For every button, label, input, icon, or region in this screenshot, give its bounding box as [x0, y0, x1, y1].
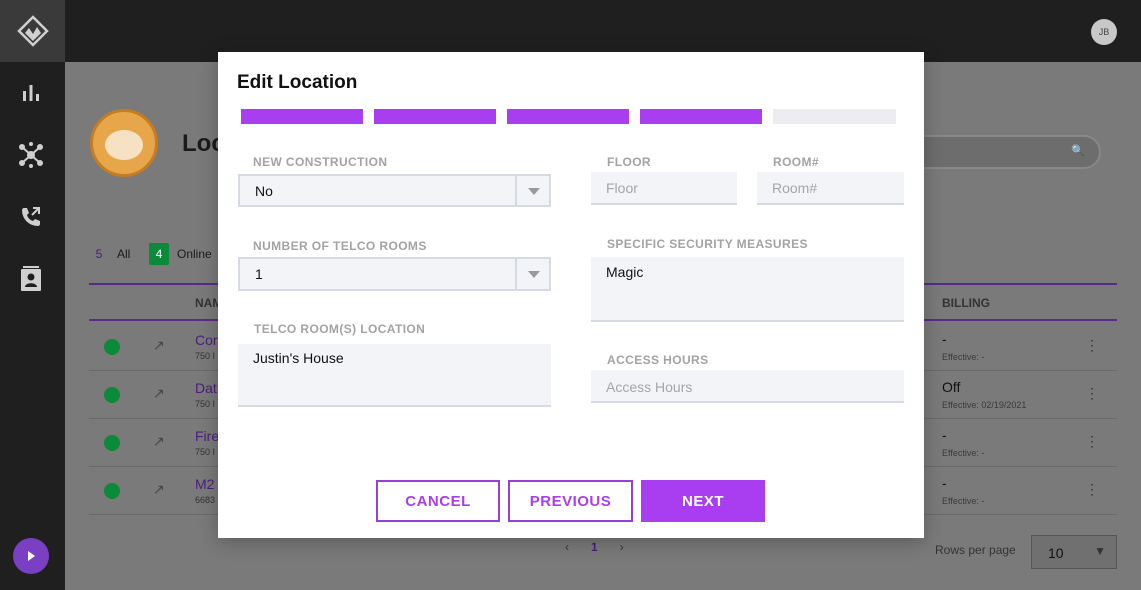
phone-forward-icon[interactable]: [16, 202, 46, 232]
current-page[interactable]: 1: [591, 540, 598, 554]
billing-status: -: [942, 475, 947, 491]
floor-label: FLOOR: [607, 155, 651, 169]
access-hours-placeholder: Access Hours: [606, 379, 693, 395]
sidebar: [0, 0, 65, 590]
billing-effective: Effective: -: [942, 496, 985, 506]
expand-sidebar-button[interactable]: [13, 538, 49, 574]
more-vertical-icon[interactable]: ⋮: [1085, 481, 1099, 498]
billing-effective: Effective: -: [942, 352, 985, 362]
filter-label: Online: [177, 247, 212, 261]
location-name[interactable]: Cor: [195, 332, 218, 348]
progress-step-1: [241, 109, 363, 124]
new-construction-select[interactable]: No: [238, 174, 551, 207]
rows-per-page-label: Rows per page: [935, 543, 1016, 557]
security-label: SPECIFIC SECURITY MEASURES: [607, 237, 808, 251]
more-vertical-icon[interactable]: ⋮: [1085, 337, 1099, 354]
room-label: ROOM#: [773, 155, 820, 169]
new-construction-value: No: [255, 183, 273, 199]
telco-rooms-select[interactable]: 1: [238, 257, 551, 291]
next-button[interactable]: NEXT: [641, 480, 765, 522]
status-online-icon: [104, 435, 120, 451]
billing-effective: Effective: -: [942, 448, 985, 458]
security-value: Magic: [606, 264, 644, 280]
rows-per-page-select[interactable]: 10 ▼: [1031, 535, 1117, 569]
billing-status: Off: [942, 379, 961, 395]
telco-location-value: Justin's House: [253, 350, 344, 366]
billing-status: -: [942, 331, 947, 347]
location-name[interactable]: Fire: [195, 428, 219, 444]
open-external-icon[interactable]: ↗: [153, 337, 165, 354]
location-name[interactable]: M2: [195, 476, 214, 492]
telco-location-label: TELCO ROOM(S) LOCATION: [254, 322, 426, 336]
chevron-down-icon: ▼: [1094, 544, 1106, 558]
more-vertical-icon[interactable]: ⋮: [1085, 433, 1099, 450]
edit-location-dialog: Edit Location NEW CONSTRUCTION No NUMBER…: [218, 52, 924, 538]
progress-step-4: [640, 109, 762, 124]
billing-status: -: [942, 427, 947, 443]
diamond-logo-icon: [16, 15, 49, 47]
open-external-icon[interactable]: ↗: [153, 385, 165, 402]
search-icon: 🔍: [1071, 145, 1085, 157]
previous-button[interactable]: PREVIOUS: [508, 480, 633, 522]
filter-label: All: [117, 247, 131, 261]
dialog-title: Edit Location: [237, 72, 358, 93]
filter-all[interactable]: 5 All: [89, 243, 131, 265]
telco-rooms-value: 1: [255, 266, 263, 282]
security-textarea[interactable]: Magic: [591, 257, 904, 322]
app-logo[interactable]: [0, 0, 65, 62]
chevron-down-icon: [528, 188, 540, 195]
room-input[interactable]: Room#: [757, 172, 904, 205]
location-address: 750 I: [195, 447, 216, 457]
filter-online[interactable]: 4 Online: [149, 243, 212, 265]
open-external-icon[interactable]: ↗: [153, 433, 165, 450]
column-billing-header[interactable]: BILLING: [942, 296, 990, 310]
billing-effective: Effective: 02/19/2021: [942, 400, 1027, 410]
open-external-icon[interactable]: ↗: [153, 481, 165, 498]
more-vertical-icon[interactable]: ⋮: [1085, 385, 1099, 402]
status-online-icon: [104, 483, 120, 499]
filter-count: 5: [95, 247, 103, 261]
floor-input[interactable]: Floor: [591, 172, 737, 205]
chevron-down-icon: [528, 271, 540, 278]
play-arrow-icon: [28, 551, 35, 561]
access-hours-input[interactable]: Access Hours: [591, 370, 904, 403]
progress-step-2: [374, 109, 496, 124]
location-address: 6683: [195, 495, 216, 505]
access-hours-label: ACCESS HOURS: [607, 353, 709, 367]
status-online-icon: [104, 339, 120, 355]
progress-step-5: [773, 109, 896, 124]
filter-count: 4: [149, 243, 169, 265]
telco-rooms-label: NUMBER OF TELCO ROOMS: [253, 239, 427, 253]
organization-avatar: [90, 109, 158, 177]
telco-location-textarea[interactable]: Justin's House: [238, 344, 551, 407]
search-input[interactable]: 🔍: [905, 135, 1101, 169]
cancel-button[interactable]: CANCEL: [376, 480, 500, 522]
next-page-button[interactable]: ›: [620, 540, 624, 554]
new-construction-label: NEW CONSTRUCTION: [253, 155, 388, 169]
rows-per-page-value: 10: [1048, 545, 1064, 561]
progress-step-3: [507, 109, 629, 124]
network-hub-icon[interactable]: [16, 140, 46, 170]
status-online-icon: [104, 387, 120, 403]
location-address: 750 I: [195, 399, 216, 409]
room-placeholder: Room#: [772, 180, 818, 196]
chart-bars-icon[interactable]: [16, 78, 46, 108]
contacts-icon[interactable]: [16, 264, 46, 294]
location-name[interactable]: Dat: [195, 380, 217, 396]
user-avatar[interactable]: JB: [1091, 19, 1117, 45]
location-address: 750 I: [195, 351, 216, 361]
pagination: ‹ 1 ›: [565, 540, 624, 554]
prev-page-button[interactable]: ‹: [565, 540, 569, 554]
floor-placeholder: Floor: [606, 180, 638, 196]
